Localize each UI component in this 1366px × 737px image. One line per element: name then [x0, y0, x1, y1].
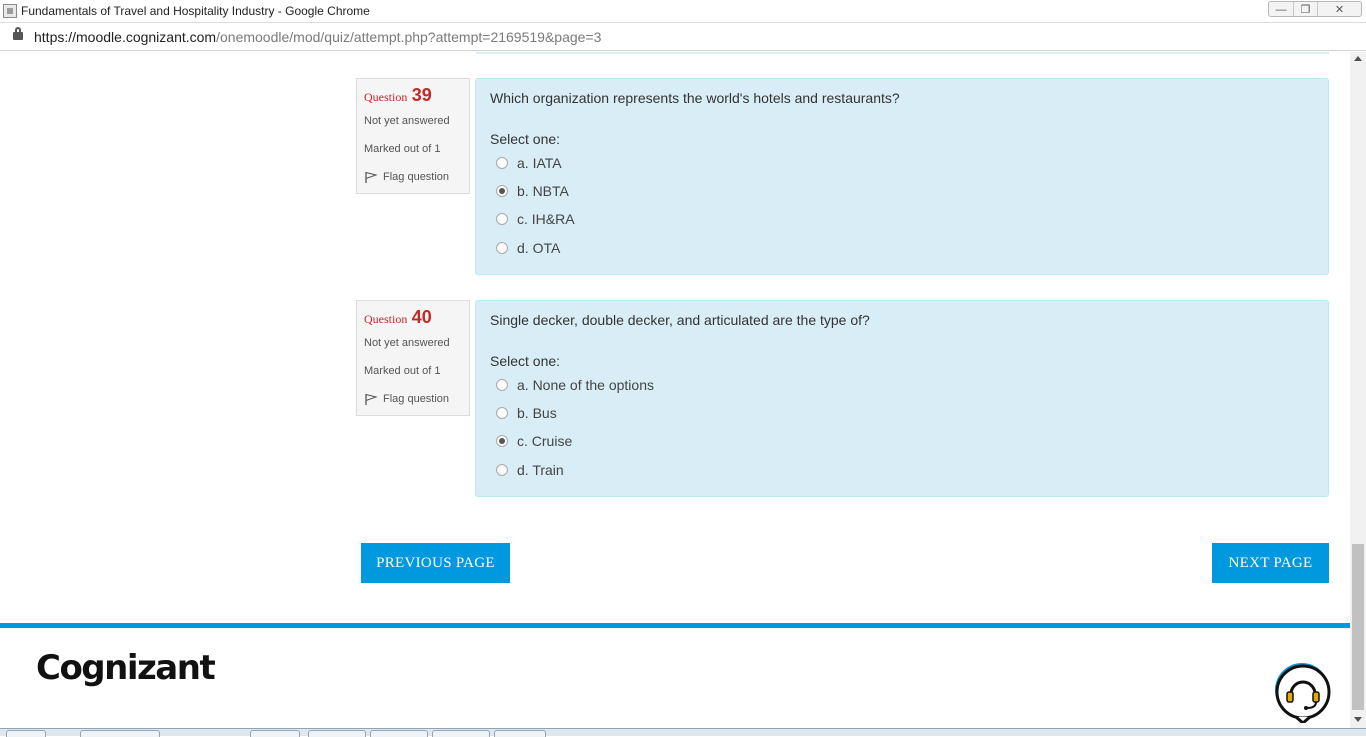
- address-bar[interactable]: https://moodle.cognizant.com/onemoodle/m…: [0, 23, 1366, 51]
- question-label: Question: [364, 312, 408, 326]
- page-content: Question 39 Not yet answered Marked out …: [0, 52, 1350, 736]
- question-text: Which organization represents the world'…: [490, 90, 900, 106]
- flag-question-link[interactable]: Flag question: [364, 393, 449, 405]
- question-state: Not yet answered: [364, 337, 450, 349]
- answer-option-c[interactable]: c. IH&RA: [496, 209, 575, 229]
- question-content-40: Single decker, double decker, and articu…: [475, 300, 1329, 497]
- url-path: /onemoodle/mod/quiz/attempt.php?attempt=…: [216, 29, 602, 45]
- window-controls: — ❐ ✕: [1268, 1, 1362, 17]
- flag-icon: [365, 393, 378, 405]
- flag-question-link[interactable]: Flag question: [364, 171, 449, 183]
- lock-icon: [13, 27, 23, 41]
- radio-button-selected[interactable]: [496, 185, 508, 197]
- previous-question-edge: [476, 52, 1329, 54]
- question-info-40: Question 40 Not yet answered Marked out …: [356, 300, 470, 416]
- answer-label: d. OTA: [517, 240, 561, 256]
- answer-option-a[interactable]: a. None of the options: [496, 375, 654, 395]
- radio-button-selected[interactable]: [496, 435, 508, 447]
- answer-label: b. Bus: [517, 405, 557, 421]
- radio-button[interactable]: [496, 242, 508, 254]
- flag-icon: [365, 171, 378, 183]
- site-footer: Cognizant: [0, 623, 1350, 736]
- question-number: Question 40: [364, 307, 432, 328]
- flag-question-label: Flag question: [383, 171, 450, 183]
- radio-button[interactable]: [496, 407, 508, 419]
- headset-support-icon[interactable]: [1272, 661, 1332, 723]
- window-title: Fundamentals of Travel and Hospitality I…: [21, 4, 370, 18]
- answer-label: c. IH&RA: [517, 211, 575, 227]
- question-info-39: Question 39 Not yet answered Marked out …: [356, 78, 470, 194]
- answer-option-d[interactable]: d. OTA: [496, 238, 560, 258]
- restore-button[interactable]: ❐: [1293, 2, 1317, 16]
- answer-label: b. NBTA: [517, 183, 569, 199]
- select-one-prompt: Select one:: [490, 131, 561, 147]
- scroll-thumb[interactable]: [1352, 544, 1364, 710]
- os-taskbar: [0, 728, 1366, 737]
- question-state: Not yet answered: [364, 115, 450, 127]
- question-grade: Marked out of 1: [364, 365, 441, 377]
- flag-question-label: Flag question: [383, 393, 450, 405]
- answer-option-b[interactable]: b. NBTA: [496, 181, 569, 201]
- answer-label: a. IATA: [517, 155, 562, 171]
- radio-button[interactable]: [496, 379, 508, 391]
- question-number: Question 39: [364, 85, 432, 106]
- question-number-value: 40: [411, 307, 432, 327]
- next-page-button[interactable]: NEXT PAGE: [1212, 543, 1329, 583]
- previous-page-button[interactable]: PREVIOUS PAGE: [361, 543, 510, 583]
- radio-button[interactable]: [496, 157, 508, 169]
- answer-label: c. Cruise: [517, 433, 573, 449]
- scroll-up-arrow-icon[interactable]: [1354, 56, 1362, 61]
- answer-option-a[interactable]: a. IATA: [496, 153, 562, 173]
- question-label: Question: [364, 90, 408, 104]
- select-one-prompt: Select one:: [490, 353, 561, 369]
- answer-option-d[interactable]: d. Train: [496, 460, 564, 480]
- close-button[interactable]: ✕: [1317, 2, 1361, 16]
- answer-label: a. None of the options: [517, 377, 654, 393]
- question-number-value: 39: [411, 85, 432, 105]
- answer-label: d. Train: [517, 462, 564, 478]
- url-text[interactable]: https://moodle.cognizant.com/onemoodle/m…: [34, 29, 601, 45]
- question-content-39: Which organization represents the world'…: [475, 78, 1329, 275]
- answer-option-b[interactable]: b. Bus: [496, 403, 557, 423]
- url-host: https://moodle.cognizant.com: [34, 29, 217, 45]
- scroll-down-arrow-icon[interactable]: [1354, 717, 1362, 722]
- minimize-button[interactable]: —: [1269, 2, 1293, 16]
- app-icon: [3, 4, 17, 18]
- window-title-bar: Fundamentals of Travel and Hospitality I…: [0, 0, 1366, 23]
- vertical-scrollbar[interactable]: [1350, 52, 1366, 728]
- cognizant-logo: Cognizant: [36, 648, 216, 688]
- answer-option-c[interactable]: c. Cruise: [496, 431, 572, 451]
- radio-button[interactable]: [496, 213, 508, 225]
- question-grade: Marked out of 1: [364, 143, 441, 155]
- question-text: Single decker, double decker, and articu…: [490, 312, 870, 328]
- radio-button[interactable]: [496, 464, 508, 476]
